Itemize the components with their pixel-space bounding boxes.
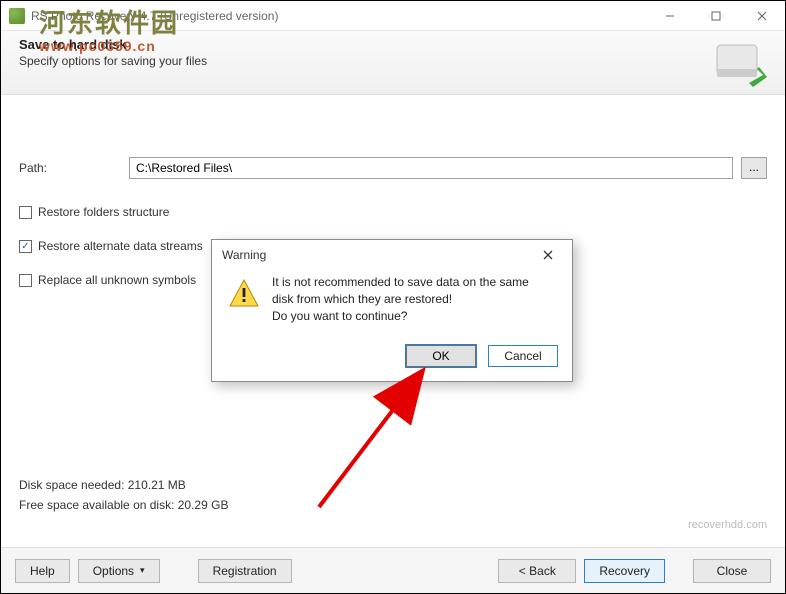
checkbox-icon [19,206,32,219]
options-button[interactable]: Options [78,559,160,583]
browse-button[interactable]: ... [741,157,767,179]
path-input[interactable] [129,157,733,179]
registration-button[interactable]: Registration [198,559,292,583]
ok-button[interactable]: OK [406,345,476,367]
minimize-button[interactable] [647,1,693,31]
close-icon [757,11,767,21]
replace-unknown-label: Replace all unknown symbols [38,273,196,287]
cancel-button[interactable]: Cancel [488,345,558,367]
dialog-message: It is not recommended to save data on th… [272,274,529,325]
dialog-title: Warning [222,248,266,262]
footer: Help Options Registration < Back Recover… [1,547,785,593]
help-button[interactable]: Help [15,559,70,583]
path-label: Path: [19,161,129,175]
dialog-close-button[interactable] [534,248,562,263]
warning-dialog: Warning It is not recommended to save da… [211,239,573,382]
recovery-button[interactable]: Recovery [584,559,665,583]
page-header: Save to hard disk Specify options for sa… [1,31,785,95]
back-button[interactable]: < Back [498,559,576,583]
brand-link: recoverhdd.com [688,519,767,531]
dialog-line1: It is not recommended to save data on th… [272,274,529,291]
disk-free: Free space available on disk: 20.29 GB [19,495,228,515]
close-button[interactable]: Close [693,559,771,583]
maximize-icon [711,11,721,21]
dialog-line2: disk from which they are restored! [272,291,529,308]
titlebar: RS Photo Recovery 4.7 (Unregistered vers… [1,1,785,31]
restore-folders-checkbox[interactable]: Restore folders structure [19,205,767,219]
page-subtitle: Specify options for saving your files [19,54,767,68]
minimize-icon [665,11,675,21]
disk-needed: Disk space needed: 210.21 MB [19,475,228,495]
path-row: Path: ... [19,157,767,179]
window-title: RS Photo Recovery 4.7 (Unregistered vers… [31,9,647,23]
warning-icon [228,278,260,310]
close-window-button[interactable] [739,1,785,31]
restore-ads-label: Restore alternate data streams [38,239,203,253]
maximize-button[interactable] [693,1,739,31]
app-icon [9,8,25,24]
checkbox-icon: ✓ [19,240,32,253]
checkbox-icon [19,274,32,287]
close-icon [543,250,553,260]
restore-folders-label: Restore folders structure [38,205,169,219]
harddisk-icon [711,39,767,87]
page-title: Save to hard disk [19,37,767,52]
dialog-line3: Do you want to continue? [272,308,529,325]
disk-stats: Disk space needed: 210.21 MB Free space … [19,475,228,515]
dialog-titlebar: Warning [212,240,572,270]
